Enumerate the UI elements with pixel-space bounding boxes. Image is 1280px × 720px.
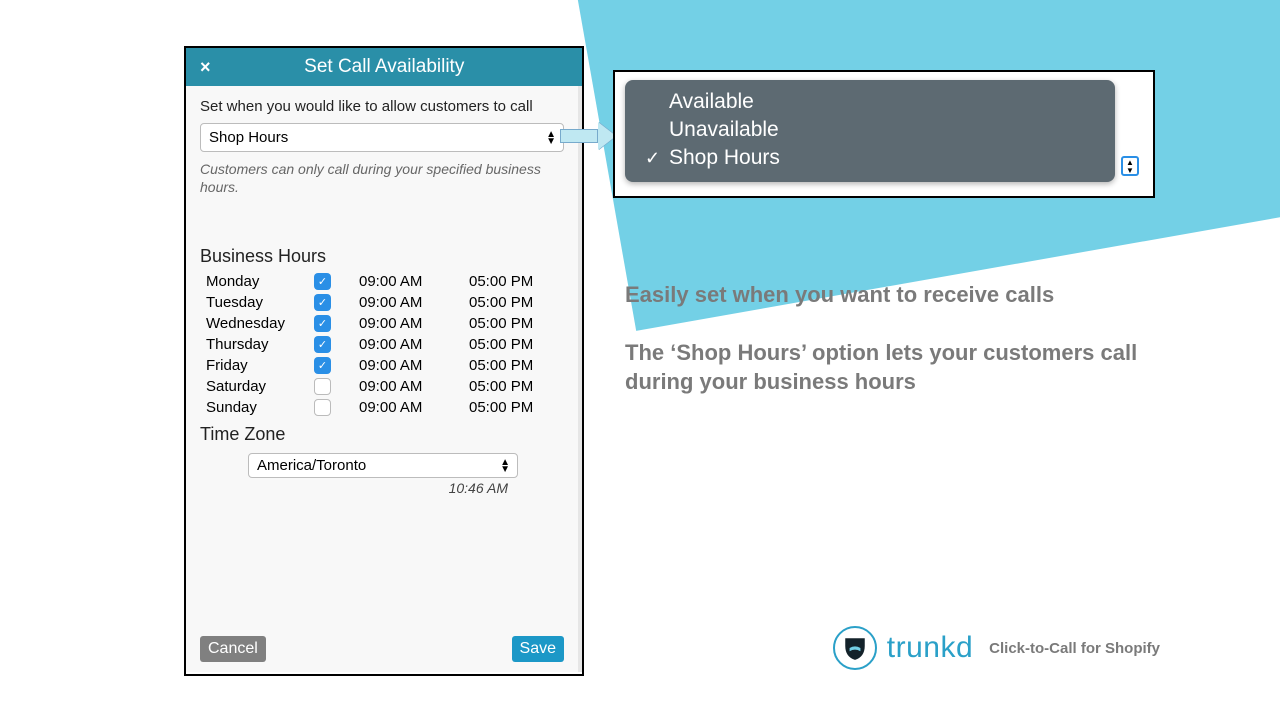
timezone-heading: Time Zone	[200, 424, 564, 445]
timezone-select-value: America/Toronto	[257, 457, 366, 474]
open-time[interactable]: 09:00 AM	[359, 273, 469, 290]
close-time[interactable]: 05:00 PM	[469, 294, 533, 311]
select-stepper-icon: ▲▼	[500, 459, 509, 473]
close-time[interactable]: 05:00 PM	[469, 357, 533, 374]
select-stepper-icon: ▲▼	[546, 131, 555, 145]
panel-lead-text: Set when you would like to allow custome…	[200, 98, 564, 115]
availability-helper-text: Customers can only call during your spec…	[200, 160, 564, 196]
availability-select[interactable]: Shop Hours ▲▼	[200, 123, 564, 152]
business-hours-row: Saturday 09:00 AM05:00 PM	[200, 376, 564, 397]
open-time[interactable]: 09:00 AM	[359, 315, 469, 332]
marketing-copy: Easily set when you want to receive call…	[625, 280, 1145, 397]
day-enabled-checkbox[interactable]: ✓	[314, 294, 331, 311]
open-time[interactable]: 09:00 AM	[359, 294, 469, 311]
day-enabled-checkbox[interactable]	[314, 378, 331, 395]
day-enabled-checkbox[interactable]: ✓	[314, 357, 331, 374]
availability-select-value: Shop Hours	[209, 129, 288, 146]
open-time[interactable]: 09:00 AM	[359, 336, 469, 353]
close-time[interactable]: 05:00 PM	[469, 315, 533, 332]
brand-name: trunkd	[887, 631, 973, 665]
day-label: Friday	[206, 357, 314, 374]
day-enabled-checkbox[interactable]: ✓	[314, 336, 331, 353]
timezone-select[interactable]: America/Toronto ▲▼	[248, 453, 518, 478]
close-time[interactable]: 05:00 PM	[469, 336, 533, 353]
save-button[interactable]: Save	[512, 636, 564, 662]
day-enabled-checkbox[interactable]: ✓	[314, 315, 331, 332]
business-hours-grid: Monday✓09:00 AM05:00 PMTuesday✓09:00 AM0…	[200, 271, 564, 418]
day-label: Wednesday	[206, 315, 314, 332]
business-hours-row: Wednesday✓ 09:00 AM05:00 PM	[200, 313, 564, 334]
panel-header: × Set Call Availability	[186, 48, 582, 86]
open-time[interactable]: 09:00 AM	[359, 399, 469, 416]
current-time: 10:46 AM	[200, 480, 564, 496]
marketing-line-2: The ‘Shop Hours’ option lets your custom…	[625, 338, 1145, 397]
day-label: Monday	[206, 273, 314, 290]
arrow-icon	[560, 125, 620, 147]
availability-dropdown-open: AvailableUnavailableShop Hours	[625, 80, 1115, 182]
close-time[interactable]: 05:00 PM	[469, 378, 533, 395]
business-hours-row: Friday✓ 09:00 AM05:00 PM	[200, 355, 564, 376]
business-hours-row: Tuesday✓ 09:00 AM05:00 PM	[200, 292, 564, 313]
business-hours-row: Sunday 09:00 AM05:00 PM	[200, 397, 564, 418]
open-time[interactable]: 09:00 AM	[359, 378, 469, 395]
business-hours-heading: Business Hours	[200, 246, 564, 267]
business-hours-row: Thursday✓ 09:00 AM05:00 PM	[200, 334, 564, 355]
day-enabled-checkbox[interactable]: ✓	[314, 273, 331, 290]
business-hours-row: Monday✓ 09:00 AM05:00 PM	[200, 271, 564, 292]
day-label: Thursday	[206, 336, 314, 353]
brand-footer: trunkd Click-to-Call for Shopify	[833, 626, 1160, 670]
panel-body: Set when you would like to allow custome…	[186, 86, 582, 672]
select-stepper-icon: ▲▼	[1121, 156, 1139, 176]
marketing-line-1: Easily set when you want to receive call…	[625, 280, 1145, 310]
day-enabled-checkbox[interactable]	[314, 399, 331, 416]
dropdown-option[interactable]: Available	[645, 88, 1095, 116]
open-time[interactable]: 09:00 AM	[359, 357, 469, 374]
dropdown-option[interactable]: Unavailable	[645, 116, 1095, 144]
panel-title: Set Call Availability	[215, 56, 572, 78]
day-label: Saturday	[206, 378, 314, 395]
dropdown-preview: AvailableUnavailableShop Hours ▲▼	[613, 70, 1155, 198]
close-time[interactable]: 05:00 PM	[469, 399, 533, 416]
close-icon[interactable]: ×	[196, 57, 215, 78]
day-label: Tuesday	[206, 294, 314, 311]
dropdown-option[interactable]: Shop Hours	[645, 144, 1095, 172]
brand-logo-icon	[833, 626, 877, 670]
panel-footer: Cancel Save	[200, 628, 564, 662]
cancel-button[interactable]: Cancel	[200, 636, 266, 662]
call-availability-panel: × Set Call Availability Set when you wou…	[184, 46, 584, 676]
brand-tagline: Click-to-Call for Shopify	[989, 640, 1160, 657]
close-time[interactable]: 05:00 PM	[469, 273, 533, 290]
day-label: Sunday	[206, 399, 314, 416]
